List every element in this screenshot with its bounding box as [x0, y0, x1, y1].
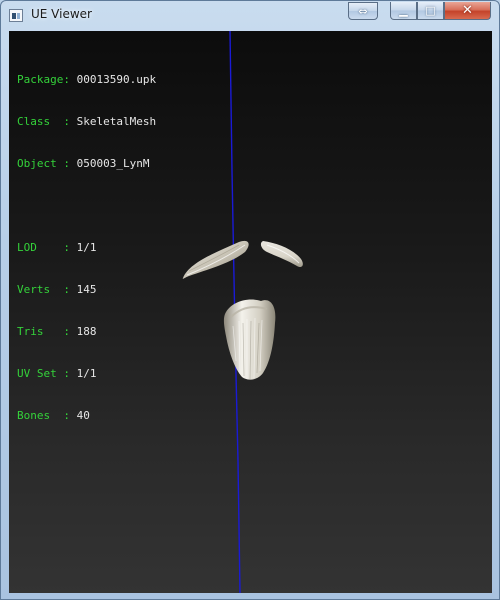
resize-button[interactable]: ⇔ — [348, 2, 378, 20]
ue-viewer-window: UE Viewer ⇔ ▁ □ ✕ Package: 00013590.upk … — [0, 0, 500, 600]
info-lod: LOD : 1/1 — [17, 241, 97, 254]
info-object: Object : 050003_LynM — [17, 157, 150, 170]
info-class: Class : SkeletalMesh — [17, 115, 157, 128]
info-spacer — [17, 199, 156, 213]
title-bar[interactable]: UE Viewer ⇔ ▁ □ ✕ — [1, 1, 499, 31]
info-tris: Tris : 188 — [17, 325, 97, 338]
window-title: UE Viewer — [31, 7, 92, 21]
info-bones: Bones : 40 — [17, 409, 90, 422]
info-verts: Verts : 145 — [17, 283, 97, 296]
double-arrow-icon: ⇔ — [358, 4, 368, 18]
mesh-info-panel: Package: 00013590.upk Class : SkeletalMe… — [17, 45, 156, 451]
maximize-icon: □ — [425, 4, 436, 17]
minimize-icon: ▁ — [399, 4, 408, 17]
minimize-button[interactable]: ▁ — [390, 2, 417, 20]
3d-viewport[interactable]: Package: 00013590.upk Class : SkeletalMe… — [9, 31, 492, 593]
close-icon: ✕ — [462, 3, 473, 18]
maximize-button[interactable]: □ — [417, 2, 444, 20]
app-icon — [9, 9, 23, 22]
info-package: Package: 00013590.upk — [17, 73, 157, 86]
beard — [223, 299, 276, 380]
info-uvset: UV Set : 1/1 — [17, 367, 97, 380]
close-button[interactable]: ✕ — [444, 2, 491, 20]
